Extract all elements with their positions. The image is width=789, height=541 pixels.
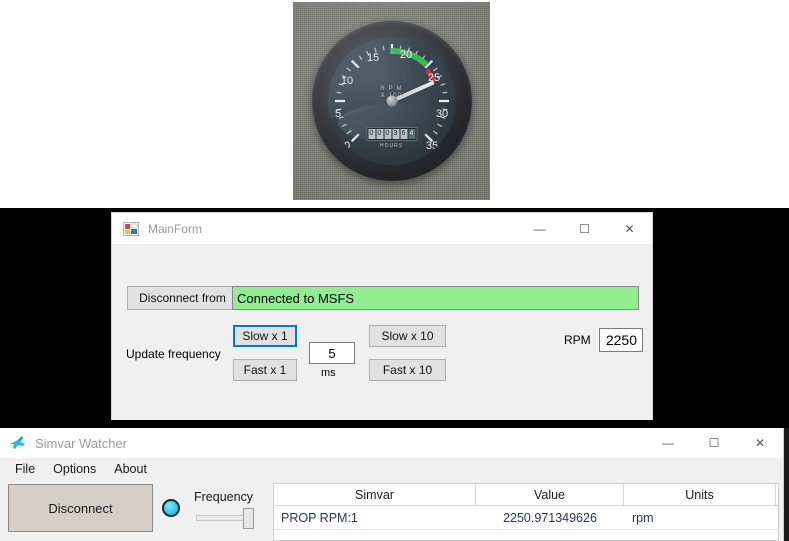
watcher-title: Simvar Watcher <box>35 436 127 451</box>
interval-input[interactable]: 5 <box>309 342 355 364</box>
update-frequency-label: Update frequency <box>126 347 221 361</box>
fast-x10-button[interactable]: Fast x 10 <box>369 359 446 381</box>
gauge-face: 0 5 10 15 20 25 30 35 R P M <box>328 37 456 165</box>
menu-item-file[interactable]: File <box>6 460 44 478</box>
fast-x1-button[interactable]: Fast x 1 <box>233 359 297 381</box>
close-icon[interactable]: ✕ <box>737 428 783 458</box>
simvar-grid: Simvar Value Units PROP RPM:1 2250.97134… <box>273 483 779 541</box>
table-row[interactable]: PROP RPM:1 2250.971349626 rpm <box>274 506 778 530</box>
menu-item-options[interactable]: Options <box>44 460 105 478</box>
minimize-icon[interactable]: — <box>645 428 691 458</box>
watcher-window-controls: — ☐ ✕ <box>645 428 783 458</box>
maximize-icon[interactable]: ☐ <box>691 428 737 458</box>
mainform-title: MainForm <box>148 222 202 236</box>
cell-units: rpm <box>624 506 776 530</box>
gauge-rpm-text: R P M <box>380 86 403 93</box>
svg-text:35: 35 <box>425 140 437 152</box>
column-header-units[interactable]: Units <box>624 484 776 505</box>
window-right-edge <box>784 428 789 541</box>
aircraft-tachometer-photo: 0 5 10 15 20 25 30 35 R P M <box>293 2 490 200</box>
connection-led-indicator <box>162 499 180 517</box>
connection-status-bar: Connected to MSFS <box>232 286 639 310</box>
svg-text:0: 0 <box>343 140 349 152</box>
hour-digit: 6 <box>400 129 407 139</box>
slow-x10-button[interactable]: Slow x 10 <box>369 325 446 347</box>
winforms-icon <box>123 221 139 237</box>
frequency-slider-thumb[interactable] <box>243 508 254 529</box>
interval-unit-label: ms <box>321 367 336 379</box>
mainform-window: MainForm — ☐ ✕ Disconnect from Connected… <box>111 212 653 420</box>
column-header-value[interactable]: Value <box>476 484 624 505</box>
airplane-icon <box>9 435 27 451</box>
cell-value: 2250.971349626 <box>476 506 624 530</box>
rpm-value-field[interactable]: 2250 <box>599 328 643 352</box>
screen-root: 0 5 10 15 20 25 30 35 R P M <box>0 0 789 541</box>
column-header-simvar[interactable]: Simvar <box>274 484 476 505</box>
watcher-menubar: File Options About <box>0 458 783 480</box>
hour-digit-tenths: 4 <box>408 129 415 139</box>
close-icon[interactable]: ✕ <box>607 213 652 244</box>
watcher-titlebar[interactable]: Simvar Watcher — ☐ ✕ <box>0 428 783 458</box>
slow-x1-button[interactable]: Slow x 1 <box>233 325 297 347</box>
hour-digit: 0 <box>368 129 375 139</box>
hour-digit: 3 <box>392 129 399 139</box>
gauge-hub <box>386 96 397 107</box>
simvar-grid-header: Simvar Value Units <box>274 484 778 506</box>
gauge-bezel: 0 5 10 15 20 25 30 35 R P M <box>312 21 472 181</box>
maximize-icon[interactable]: ☐ <box>562 213 607 244</box>
mainform-window-controls: — ☐ ✕ <box>517 213 652 244</box>
mainform-body: Disconnect from Connected to MSFS Update… <box>112 244 652 420</box>
mainform-titlebar[interactable]: MainForm — ☐ ✕ <box>112 213 652 244</box>
disconnect-button[interactable]: Disconnect <box>8 484 153 532</box>
cell-simvar: PROP RPM:1 <box>274 506 476 530</box>
disconnect-from-button[interactable]: Disconnect from <box>127 286 238 310</box>
hours-label: HOURS <box>380 143 403 149</box>
hour-meter: 0 0 0 3 6 4 <box>366 127 417 141</box>
hour-digit: 0 <box>384 129 391 139</box>
minimize-icon[interactable]: — <box>517 213 562 244</box>
rpm-label: RPM <box>564 333 591 347</box>
frequency-label: Frequency <box>194 490 253 504</box>
photo-band: 0 5 10 15 20 25 30 35 R P M <box>0 0 789 208</box>
hour-digit: 0 <box>376 129 383 139</box>
menu-item-about[interactable]: About <box>105 460 156 478</box>
